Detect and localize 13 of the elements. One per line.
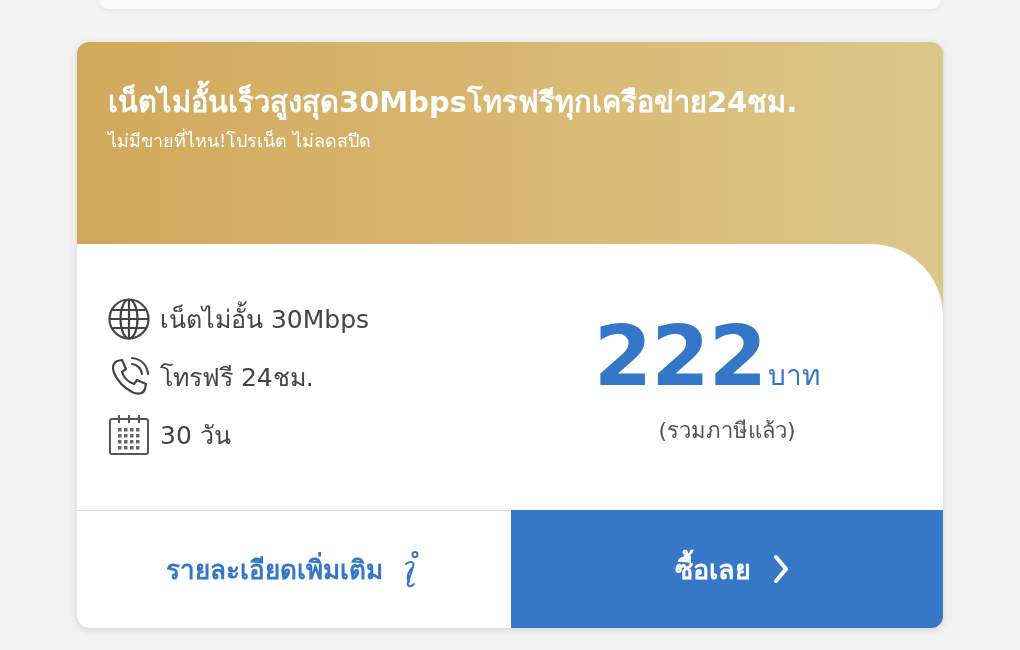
details-button[interactable]: รายละเอียดเพิ่มเติม — [77, 510, 511, 628]
plan-subtitle: ไม่มีขายที่ไหน!โปรเน็ต ไม่ลดสปีด — [108, 128, 372, 153]
price-amount: 222 — [593, 310, 767, 401]
plan-title: เน็ตไม่อั้นเร็วสูงสุด30Mbpsโทรฟรีทุกเครือข่าย24ชม. — [108, 82, 912, 122]
price-note: (รวมภาษีแล้ว) — [658, 416, 796, 445]
price-unit: บาท — [768, 357, 821, 394]
globe-icon — [108, 298, 150, 340]
feature-text: โทรฟรี 24ชม. — [160, 362, 314, 394]
feature-text: เน็ตไม่อั้น 30Mbps — [160, 299, 370, 339]
calendar-icon — [108, 414, 150, 456]
buy-button[interactable]: ซื้อเลย — [511, 510, 943, 628]
chevron-right-icon — [773, 554, 789, 584]
feature-text: 30 วัน — [160, 420, 231, 452]
